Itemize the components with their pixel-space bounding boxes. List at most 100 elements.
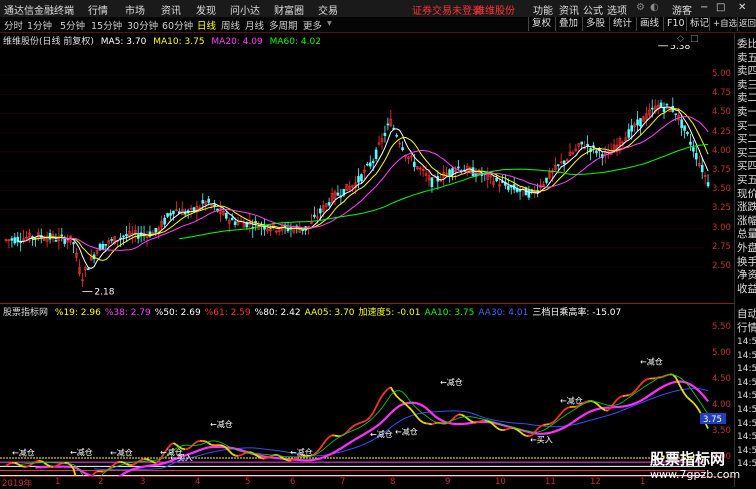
- quote-label[interactable]: 自动: [737, 306, 756, 321]
- period-multi[interactable]: 多周期: [269, 18, 298, 32]
- skin-icon[interactable]: ◐: [650, 2, 659, 13]
- aa05-segment: [171, 443, 174, 445]
- date-tick: 2: [98, 477, 103, 487]
- candle-body: [366, 164, 368, 165]
- date-tick: 6: [290, 477, 295, 487]
- candle-body: [631, 126, 633, 132]
- aa05-segment: [121, 462, 124, 463]
- candle-body: [234, 222, 236, 225]
- tool-f10[interactable]: F10: [663, 17, 688, 31]
- candle-body: [11, 239, 13, 241]
- menu-hangqing[interactable]: 行情: [88, 2, 108, 17]
- candlestick-chart[interactable]: 5.382.18: [0, 45, 734, 303]
- price-tick: 5.00: [712, 69, 731, 79]
- period-30min[interactable]: 30分钟: [127, 18, 158, 32]
- aa05-segment: [520, 432, 523, 434]
- minimize-icon[interactable]: −: [700, 2, 708, 13]
- tool-duogu[interactable]: 多股: [582, 17, 608, 31]
- aa05-segment: [494, 425, 497, 428]
- aa05-segment: [359, 422, 362, 423]
- tool-fuquan[interactable]: 复权: [528, 17, 554, 31]
- aa05-segment: [620, 396, 623, 397]
- indicator-chart[interactable]: ←减仓←减仓←减仓←减仓←减仓←减仓←减仓←减仓←减仓←减仓←减仓←买入←买入3…: [0, 318, 734, 476]
- price-tick: 3.50: [712, 184, 731, 194]
- square-icon[interactable]: □: [690, 34, 699, 44]
- candle-body: [360, 175, 362, 181]
- period-60min[interactable]: 60分钟: [162, 18, 193, 32]
- date-axis: 2019年1234567891011121: [0, 476, 734, 488]
- aa05-segment: [335, 436, 338, 437]
- candle-body: [695, 153, 697, 159]
- aa05-segment: [329, 435, 332, 437]
- tick-time: 14:50: [737, 405, 756, 415]
- aa05-segment: [326, 437, 329, 440]
- menu-jiaoyi[interactable]: 交易: [318, 2, 338, 17]
- tool-fanhui[interactable]: 返回: [737, 17, 756, 31]
- login-warning[interactable]: 证券交易未登录: [412, 2, 482, 17]
- period-more[interactable]: 更多: [303, 18, 322, 32]
- aa05-segment: [558, 413, 561, 417]
- tick-time: 14:50: [737, 364, 756, 374]
- aa05-segment: [6, 464, 9, 466]
- aa05-segment: [385, 389, 388, 392]
- gear-icon[interactable]: ◇: [677, 34, 684, 44]
- period-1min[interactable]: 1分钟: [27, 18, 52, 32]
- maximize-icon[interactable]: □: [716, 2, 725, 13]
- aa05-segment: [367, 417, 370, 420]
- aa05-segment: [132, 464, 135, 465]
- settings-icon[interactable]: ⚙: [636, 2, 645, 13]
- price-tick: 4.00: [712, 146, 731, 156]
- indicator-value: %61: 2.59: [205, 308, 251, 318]
- period-15min[interactable]: 15分钟: [91, 18, 122, 32]
- menu-zixun2[interactable]: 资讯: [559, 2, 579, 17]
- aa05-segment: [497, 428, 500, 430]
- indicator-value: AA10: 3.75: [424, 308, 474, 318]
- tool-zixuan[interactable]: +自选: [709, 17, 740, 31]
- aa05-segment: [688, 398, 691, 401]
- menu-shichang[interactable]: 市场: [125, 2, 145, 17]
- period-weekly[interactable]: 周线: [221, 18, 240, 32]
- chevron-down-icon[interactable]: ▾: [327, 18, 332, 29]
- aa05-segment: [238, 455, 241, 456]
- candle-body: [384, 133, 386, 135]
- candle-body: [387, 124, 389, 125]
- price-tick: 4.75: [712, 88, 731, 98]
- close-icon[interactable]: ✕: [738, 2, 746, 13]
- menu-gongneng[interactable]: 功能: [533, 2, 553, 17]
- candle-body: [402, 148, 404, 150]
- tool-huaxian[interactable]: 画线: [636, 17, 662, 31]
- candle-body: [202, 200, 204, 203]
- price-tick: 4.50: [712, 107, 731, 117]
- quote-label[interactable]: 行情: [737, 320, 756, 335]
- aa05-segment: [641, 381, 644, 384]
- period-5min[interactable]: 5分钟: [60, 18, 85, 32]
- date-tick: 1: [640, 477, 645, 487]
- candle-body: [452, 169, 454, 175]
- aa05-segment: [185, 449, 188, 450]
- date-tick: 10: [495, 477, 506, 487]
- tool-tongji[interactable]: 统计: [609, 17, 635, 31]
- period-monthly[interactable]: 月线: [245, 18, 264, 32]
- tool-diejia[interactable]: 叠加: [555, 17, 581, 31]
- candle-body: [681, 120, 683, 128]
- watermark-title: 股票指标网: [650, 448, 725, 469]
- aa05-segment: [420, 421, 423, 423]
- indicator-value: %80: 2.42: [255, 308, 301, 318]
- menu-gongshi[interactable]: 公式: [583, 2, 603, 17]
- menu-faxian[interactable]: 发现: [196, 2, 216, 17]
- menu-xuanxiang[interactable]: 选项: [607, 2, 627, 17]
- candle-body: [231, 218, 233, 220]
- period-daily[interactable]: 日线: [197, 18, 216, 32]
- candle-body: [313, 215, 315, 217]
- price-tick: 2.75: [712, 242, 731, 252]
- aa05-segment: [30, 464, 33, 466]
- menu-wenxiaoda[interactable]: 问小达: [230, 2, 260, 17]
- aa05-segment: [643, 379, 646, 381]
- period-fenshi[interactable]: 分时: [4, 18, 23, 32]
- aa05-segment: [408, 407, 411, 410]
- menu-zixun[interactable]: 资讯: [161, 2, 181, 17]
- indicator-tick: 5.00: [712, 348, 731, 358]
- menu-caifuquan[interactable]: 财富圈: [274, 2, 304, 17]
- guest-label[interactable]: 游客: [672, 2, 692, 17]
- aa05-segment: [53, 466, 56, 467]
